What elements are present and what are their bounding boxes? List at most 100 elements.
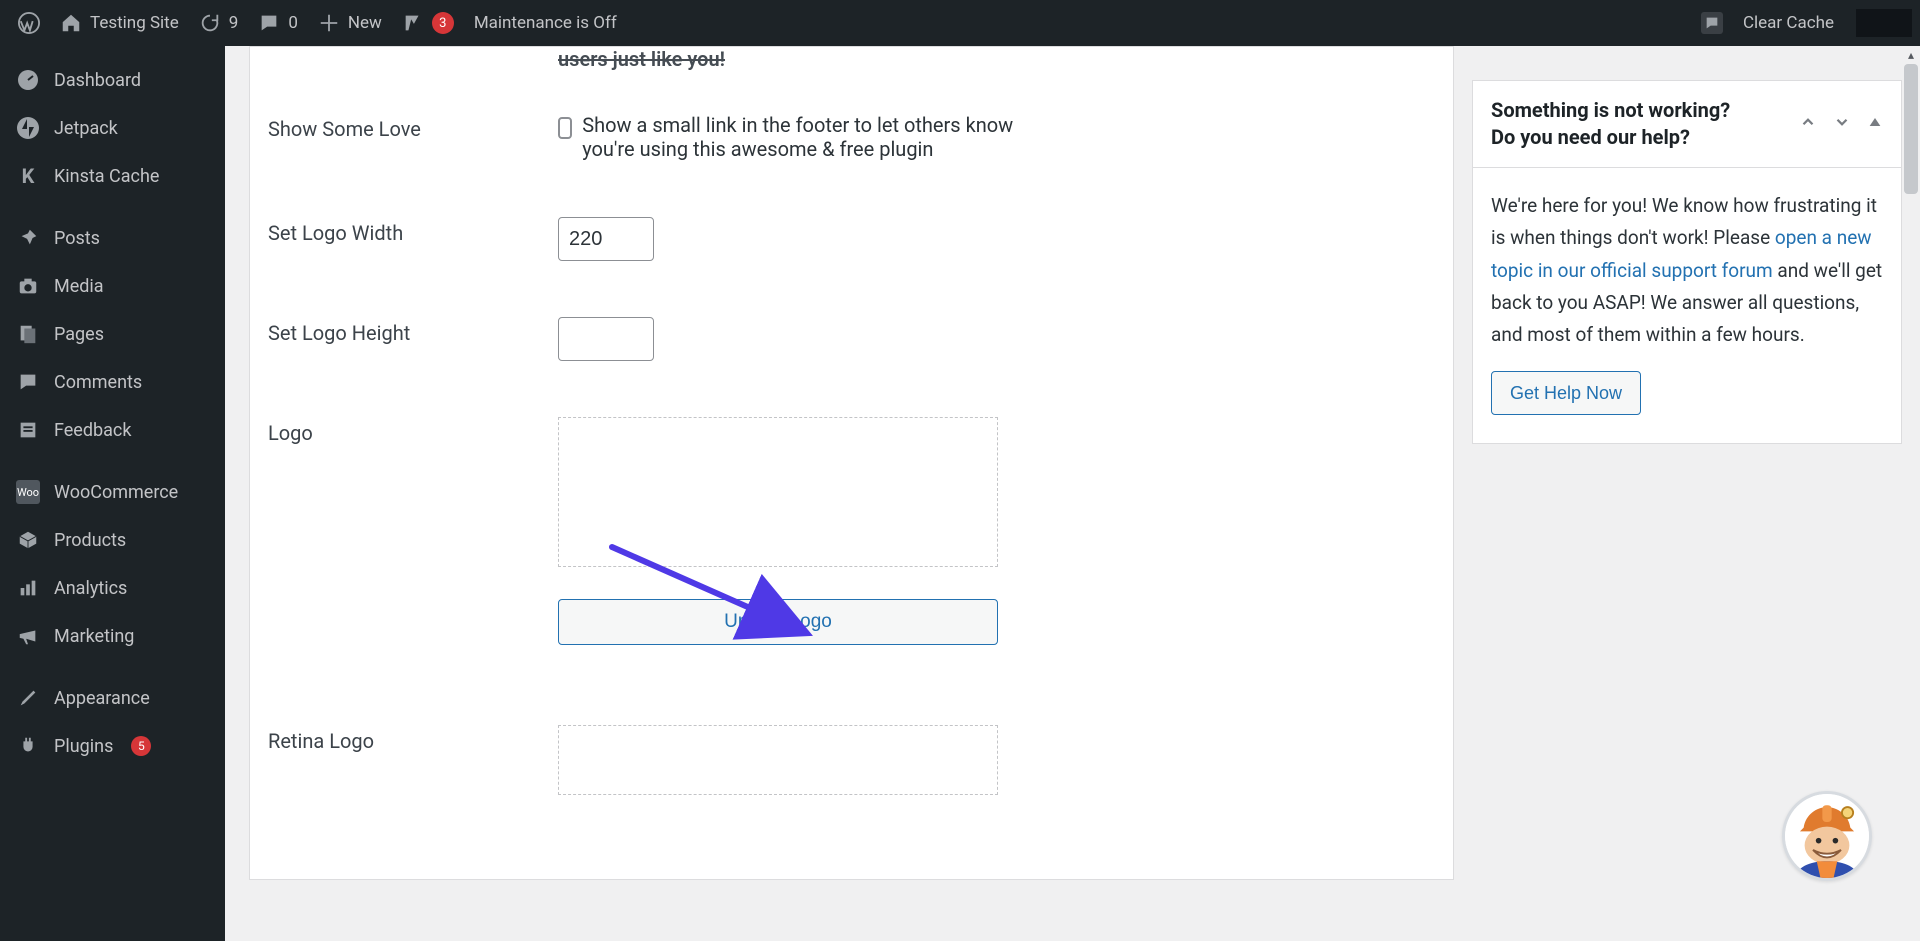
maintenance-label: Maintenance is Off: [474, 13, 617, 33]
menu-label: Analytics: [54, 578, 127, 599]
get-help-now-button[interactable]: Get Help Now: [1491, 371, 1641, 415]
refresh-icon: [199, 12, 221, 34]
scroll-thumb[interactable]: [1904, 64, 1918, 194]
menu-jetpack[interactable]: Jetpack: [0, 104, 225, 152]
menu-label: Products: [54, 530, 126, 551]
page-scrollbar[interactable]: ▴: [1902, 46, 1920, 941]
menu-pages[interactable]: Pages: [0, 310, 225, 358]
menu-appearance[interactable]: Appearance: [0, 674, 225, 722]
gauge-icon: [16, 68, 40, 92]
megaphone-icon: [16, 624, 40, 648]
home-icon: [60, 12, 82, 34]
menu-marketing[interactable]: Marketing: [0, 612, 225, 660]
move-down-button[interactable]: [1833, 113, 1851, 136]
menu-comments[interactable]: Comments: [0, 358, 225, 406]
yoast-icon: [402, 12, 424, 34]
toggle-panel-button[interactable]: [1867, 114, 1883, 135]
comments-count: 0: [288, 13, 298, 33]
site-title: Testing Site: [90, 13, 179, 33]
camera-icon: [16, 274, 40, 298]
help-metabox: Something is not working? Do you need ou…: [1472, 80, 1902, 444]
updates-count: 9: [229, 13, 239, 33]
truncated-previous-text: users just like you!: [268, 47, 1435, 89]
maintenance-toggle[interactable]: Maintenance is Off: [464, 0, 627, 46]
side-panel: Something is not working? Do you need ou…: [1472, 46, 1902, 444]
menu-posts[interactable]: Posts: [0, 214, 225, 262]
menu-label: Pages: [54, 324, 104, 345]
user-avatar-placeholder[interactable]: [1856, 9, 1912, 37]
comment-bubble-icon: [1701, 12, 1723, 34]
plus-icon: [318, 12, 340, 34]
content-wrap: users just like you! Show Some Love Show…: [225, 46, 1920, 941]
comments-link[interactable]: 0: [248, 0, 308, 46]
support-chat-avatar[interactable]: [1782, 791, 1872, 881]
menu-kinsta-cache[interactable]: K Kinsta Cache: [0, 152, 225, 200]
plug-icon: [16, 734, 40, 758]
yoast-link[interactable]: 3: [392, 0, 464, 46]
show-love-description: Show a small link in the footer to let o…: [582, 113, 1028, 161]
yoast-count-badge: 3: [432, 12, 454, 34]
updates-link[interactable]: 9: [189, 0, 249, 46]
menu-products[interactable]: Products: [0, 516, 225, 564]
label-show-some-love: Show Some Love: [268, 113, 558, 141]
row-logo-width: Set Logo Width: [268, 193, 1435, 285]
menu-label: Kinsta Cache: [54, 166, 159, 187]
menu-dashboard[interactable]: Dashboard: [0, 56, 225, 104]
logo-preview-dropzone[interactable]: [558, 417, 998, 567]
metabox-body: We're here for you! We know how frustrat…: [1473, 168, 1901, 443]
new-label: New: [348, 13, 382, 33]
label-retina-logo: Retina Logo: [268, 725, 558, 753]
settings-panel: users just like you! Show Some Love Show…: [249, 46, 1454, 880]
menu-woocommerce[interactable]: Woo WooCommerce: [0, 468, 225, 516]
menu-analytics[interactable]: Analytics: [0, 564, 225, 612]
comment-icon: [16, 370, 40, 394]
wordpress-logo-icon: [18, 12, 40, 34]
show-love-checkbox[interactable]: [558, 117, 572, 139]
row-retina-logo: Retina Logo: [268, 677, 1435, 819]
pushpin-icon: [16, 226, 40, 250]
mascot-icon: [1785, 791, 1869, 881]
form-icon: [16, 418, 40, 442]
menu-label: Feedback: [54, 420, 131, 441]
move-up-button[interactable]: [1799, 113, 1817, 136]
label-logo-height: Set Logo Height: [268, 317, 558, 345]
row-logo: Logo Upload Logo: [268, 393, 1435, 669]
pages-icon: [16, 322, 40, 346]
menu-label: Posts: [54, 228, 100, 249]
label-logo: Logo: [268, 417, 558, 445]
woo-icon: Woo: [16, 480, 40, 504]
logo-width-input[interactable]: [558, 217, 654, 261]
clear-cache-link[interactable]: Clear Cache: [1733, 13, 1844, 33]
wordpress-menu[interactable]: [8, 0, 50, 46]
box-icon: [16, 528, 40, 552]
kinsta-k-icon: K: [16, 164, 40, 188]
menu-label: WooCommerce: [54, 482, 178, 503]
metabox-title: Something is not working? Do you need ou…: [1491, 97, 1787, 151]
new-content-link[interactable]: New: [308, 0, 392, 46]
admin-bar: Testing Site 9 0 New 3 Maintenance is Of…: [0, 0, 1920, 46]
logo-height-input[interactable]: [558, 317, 654, 361]
show-love-toggle[interactable]: Show a small link in the footer to let o…: [558, 113, 1028, 161]
notifications-link[interactable]: [1691, 12, 1733, 34]
retina-logo-preview-dropzone[interactable]: [558, 725, 998, 795]
menu-feedback[interactable]: Feedback: [0, 406, 225, 454]
metabox-ordering-controls: [1799, 113, 1883, 136]
menu-label: Marketing: [54, 626, 134, 647]
row-show-some-love: Show Some Love Show a small link in the …: [268, 89, 1435, 185]
row-logo-height: Set Logo Height: [268, 293, 1435, 385]
brush-icon: [16, 686, 40, 710]
site-link[interactable]: Testing Site: [50, 0, 189, 46]
comment-icon: [258, 12, 280, 34]
menu-label: Comments: [54, 372, 142, 393]
upload-logo-button[interactable]: Upload Logo: [558, 599, 998, 645]
plugins-update-badge: 5: [131, 736, 151, 756]
menu-label: Appearance: [54, 688, 150, 709]
bars-icon: [16, 576, 40, 600]
scroll-up-arrow-icon[interactable]: ▴: [1902, 46, 1920, 64]
admin-menu: Dashboard Jetpack K Kinsta Cache Posts M…: [0, 46, 225, 941]
menu-plugins[interactable]: Plugins 5: [0, 722, 225, 770]
jetpack-icon: [16, 116, 40, 140]
menu-label: Jetpack: [54, 118, 118, 139]
metabox-header: Something is not working? Do you need ou…: [1473, 81, 1901, 168]
menu-media[interactable]: Media: [0, 262, 225, 310]
